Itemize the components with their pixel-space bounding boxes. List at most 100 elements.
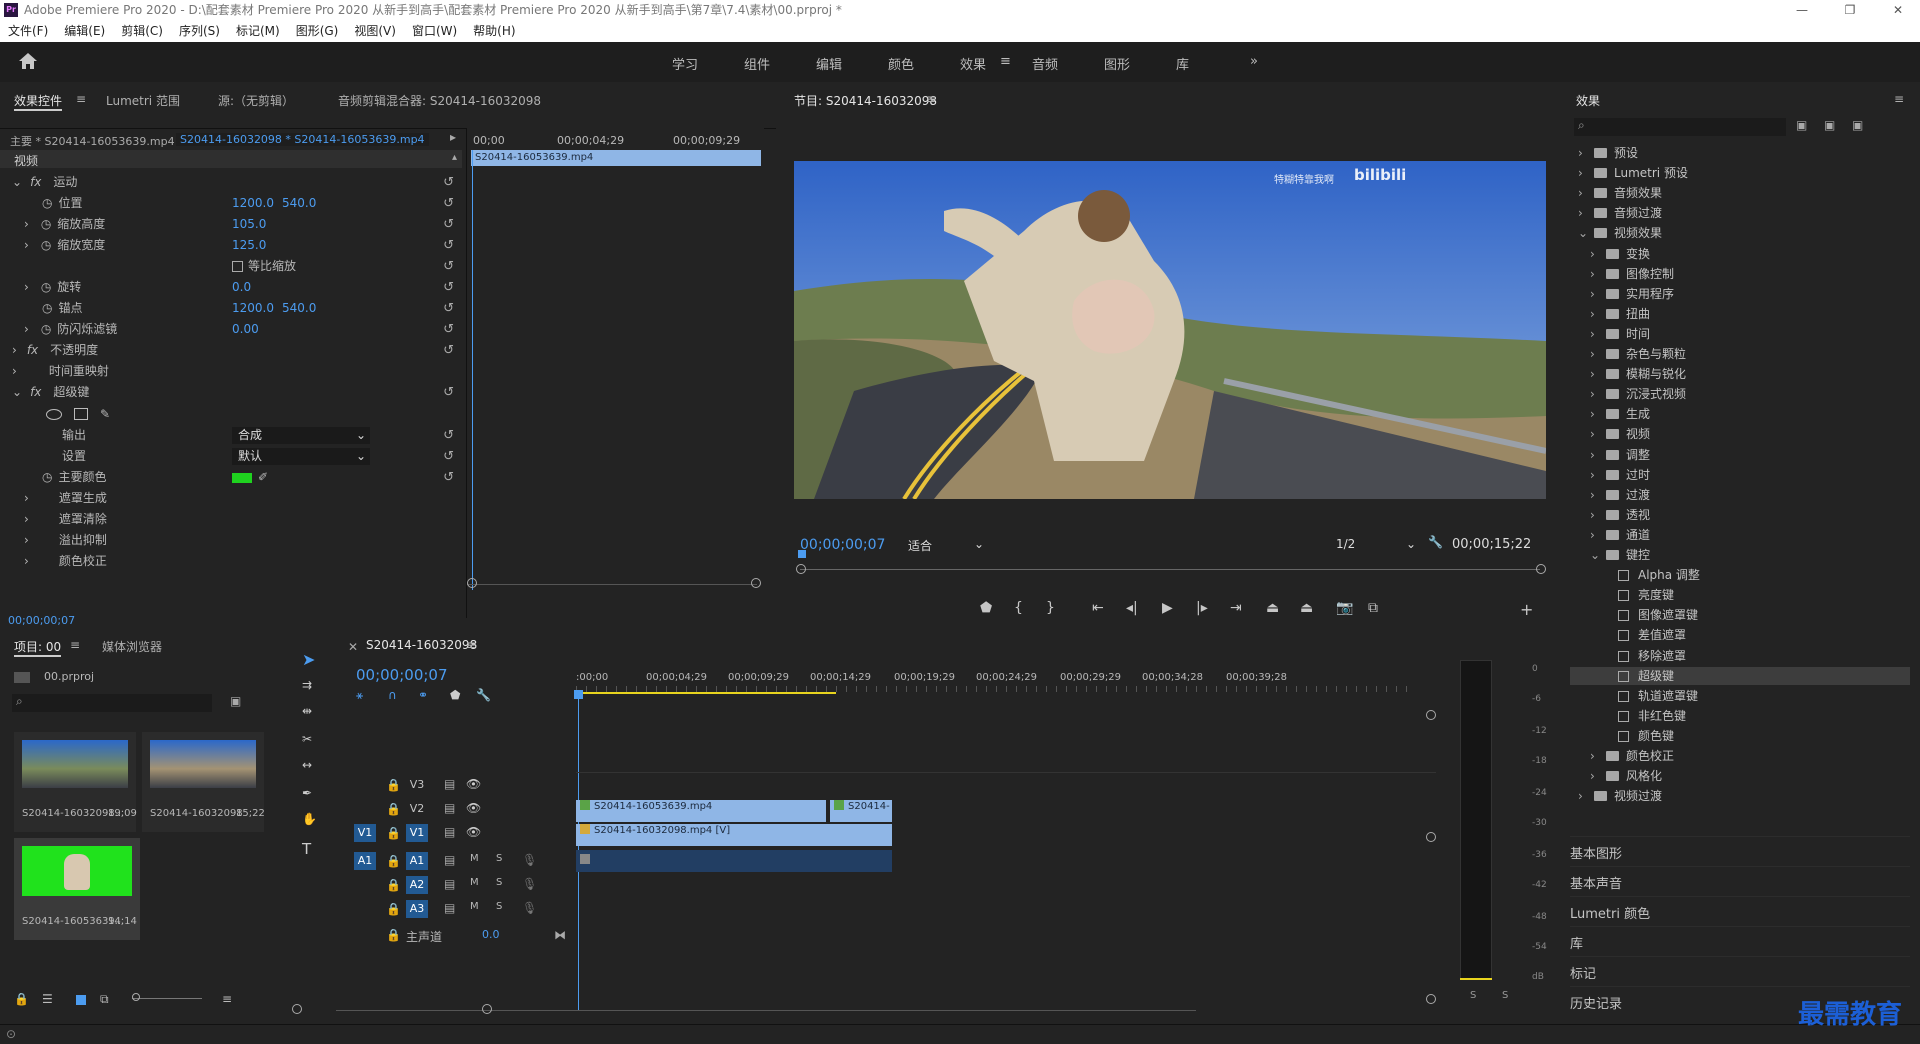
ripple-edit-tool-icon[interactable]: ⇹ (302, 704, 312, 718)
reset-icon[interactable]: ↺ (443, 446, 454, 467)
tab-audio-clip-mixer[interactable]: 音频剪辑混合器: S20414-16032098 (338, 92, 541, 109)
effects-tree-item[interactable]: › 视频 (1570, 425, 1910, 443)
project-search-input[interactable]: ⌕ (12, 694, 212, 712)
reset-icon[interactable]: ↺ (443, 340, 454, 361)
tab-media-browser[interactable]: 媒体浏览器 (102, 638, 162, 655)
project-item[interactable]: S20414-16032098 15;22 (142, 732, 265, 832)
timeline-settings-icon[interactable]: 🔧 (476, 688, 491, 702)
reset-icon[interactable]: ↺ (443, 235, 454, 256)
tab-lumetri-scopes[interactable]: Lumetri 范围 (106, 92, 180, 109)
effects-tree-item[interactable]: 颜色键 (1570, 727, 1910, 745)
tab-project[interactable]: 项目: 00 (14, 638, 62, 657)
effects-tree-item[interactable]: › 透视 (1570, 506, 1910, 524)
lock-icon[interactable]: 🔒 (386, 878, 401, 892)
panel-markers[interactable]: 标记 (1570, 956, 1910, 982)
selection-tool-icon[interactable]: ➤ (302, 650, 315, 669)
position-y-value[interactable]: 540.0 (282, 193, 316, 214)
program-zoom-right[interactable] (1536, 564, 1546, 574)
chevron-right-icon[interactable]: › (1590, 265, 1595, 283)
master-expand-icon[interactable]: ⧓ (554, 928, 566, 942)
clip-v2-b[interactable]: S20414- (830, 800, 892, 822)
lock-icon[interactable]: 🔒 (386, 826, 401, 840)
lock-icon[interactable]: 🔒 (386, 902, 401, 916)
flicker-row[interactable]: › ◷ 防闪烁滤镜 0.00 ↺ (0, 319, 462, 340)
clip-v2[interactable]: S20414-16053639.mp4 (576, 800, 826, 822)
fit-dropdown[interactable]: 适合 ⌄ (908, 537, 984, 554)
mark-out-icon[interactable]: } (1046, 600, 1055, 616)
eyedropper-icon[interactable]: ✐ (258, 467, 268, 488)
chevron-right-icon[interactable]: › (1590, 486, 1595, 504)
chevron-down-icon[interactable]: ⌄ (1578, 224, 1588, 242)
playhead-handle[interactable] (574, 690, 583, 699)
master-clip-label[interactable]: 主要 * S20414-16053639.mp4 (10, 133, 175, 149)
color-correction-row[interactable]: › 颜色校正 (0, 551, 462, 572)
menu-edit[interactable]: 编辑(E) (64, 24, 105, 38)
effects-tree-item[interactable]: › 过渡 (1570, 486, 1910, 504)
sync-icon[interactable]: ▤ (444, 901, 455, 915)
lock-icon[interactable]: 🔒 (14, 992, 29, 1006)
effects-tree-item[interactable]: › 实用程序 (1570, 285, 1910, 303)
effects-tree-item[interactable]: ⌄ 键控 (1570, 546, 1910, 564)
timeline-ruler[interactable]: :00;00 00;00;04;29 00;00;09;29 00;00;14;… (576, 672, 1426, 696)
lift-icon[interactable]: ⏏ (1266, 600, 1279, 616)
menu-graphics[interactable]: 图形(G) (296, 24, 339, 38)
chevron-right-icon[interactable]: › (1590, 305, 1595, 323)
pen-mask-icon[interactable]: ✎ (100, 404, 110, 425)
new-bin-icon[interactable]: ▣ (230, 694, 241, 708)
timeline-menu-icon[interactable]: ≡ (466, 638, 476, 652)
chevron-right-icon[interactable]: › (1578, 787, 1583, 805)
add-marker-icon[interactable]: ⬟ (980, 600, 992, 616)
track-select-tool-icon[interactable]: ⇉ (302, 678, 312, 692)
ellipse-mask-icon[interactable] (46, 409, 62, 420)
panel-lumetri-color[interactable]: Lumetri 颜色 (1570, 896, 1910, 922)
chevron-right-icon[interactable]: › (1590, 325, 1595, 343)
spill-suppression-row[interactable]: › 溢出抑制 (0, 530, 462, 551)
more-workspaces-icon[interactable]: » (1250, 54, 1258, 69)
clip-v1[interactable]: S20414-16032098.mp4 [V] (576, 824, 892, 846)
program-video-frame[interactable]: 特糊特靠我啊 bilibili (794, 161, 1546, 499)
eye-icon[interactable]: 👁 (466, 825, 481, 839)
menu-marker[interactable]: 标记(M) (236, 24, 280, 38)
effects-tree-item[interactable]: › 调整 (1570, 446, 1910, 464)
mic-icon[interactable]: 🎙 (522, 853, 537, 867)
menu-help[interactable]: 帮助(H) (473, 24, 515, 38)
tab-source[interactable]: 源:（无剪辑） (218, 92, 294, 109)
opacity-row[interactable]: › fx 不透明度 ↺ (0, 340, 462, 361)
uniform-scale-checkbox[interactable] (232, 261, 243, 272)
chevron-right-icon[interactable]: › (1590, 285, 1595, 303)
anchor-x-value[interactable]: 1200.0 (232, 298, 274, 319)
ultra-key-row[interactable]: ⌄ fx 超级键 ↺ (0, 382, 462, 403)
effects-tree-item[interactable]: › 扭曲 (1570, 305, 1910, 323)
setting-dropdown[interactable]: 默认 ⌄ (232, 448, 370, 465)
track-a3[interactable]: A3 (406, 900, 428, 918)
chevron-right-icon[interactable]: › (1590, 405, 1595, 423)
matte-generation-row[interactable]: › 遮罩生成 (0, 488, 462, 509)
effects-tree-item[interactable]: › 颜色校正 (1570, 747, 1910, 765)
accelerated-effects-icon[interactable]: ▣ (1796, 118, 1807, 132)
mute-button[interactable]: M (470, 877, 479, 888)
reset-icon[interactable]: ↺ (443, 425, 454, 446)
menu-window[interactable]: 窗口(W) (412, 24, 457, 38)
effects-tree-item[interactable]: › 风格化 (1570, 767, 1910, 785)
scale-width-row[interactable]: › ◷ 缩放宽度 125.0 ↺ (0, 235, 462, 256)
panel-essential-sound[interactable]: 基本声音 (1570, 866, 1910, 892)
reset-icon[interactable]: ↺ (443, 298, 454, 319)
scale-height-value[interactable]: 105.0 (232, 214, 266, 235)
workspace-color[interactable]: 颜色 (888, 54, 914, 73)
ec-zoom-left-handle[interactable] (467, 578, 477, 588)
position-x-value[interactable]: 1200.0 (232, 193, 274, 214)
type-tool-icon[interactable]: T (302, 840, 311, 858)
razor-tool-icon[interactable]: ✂ (302, 732, 312, 746)
play-clip-icon[interactable]: ▸ (450, 130, 456, 144)
lock-icon[interactable]: 🔒 (386, 802, 401, 816)
effects-tree-item[interactable]: › 沉浸式视频 (1570, 385, 1910, 403)
reset-icon[interactable]: ↺ (443, 382, 454, 403)
anchor-y-value[interactable]: 540.0 (282, 298, 316, 319)
effects-search-input[interactable]: ⌕ (1574, 118, 1786, 136)
add-marker-icon[interactable]: ⬟ (450, 688, 460, 702)
v-scroll-bottom[interactable] (1426, 994, 1436, 1004)
chevron-right-icon[interactable]: › (1590, 506, 1595, 524)
effects-tree-item[interactable]: › 模糊与锐化 (1570, 365, 1910, 383)
go-to-out-icon[interactable]: ⇥ (1230, 600, 1242, 616)
effects-tree-item[interactable]: › 生成 (1570, 405, 1910, 423)
